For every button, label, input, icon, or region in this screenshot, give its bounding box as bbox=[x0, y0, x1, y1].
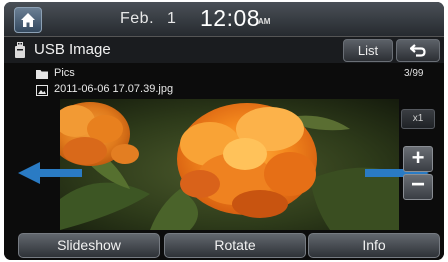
zoom-out-button[interactable]: − bbox=[403, 173, 433, 200]
folder-icon bbox=[36, 70, 48, 79]
info-button[interactable]: Info bbox=[308, 233, 440, 258]
clock-ampm: AM bbox=[258, 17, 271, 26]
arrow-left-icon[interactable] bbox=[18, 162, 84, 184]
head-unit-screen: Feb. 1 12:08 AM USB Image List Pics 2011… bbox=[4, 2, 444, 260]
rotate-button[interactable]: Rotate bbox=[164, 233, 306, 258]
slideshow-button[interactable]: Slideshow bbox=[18, 233, 160, 258]
title-bar: USB Image List bbox=[4, 37, 444, 63]
folder-name: Pics bbox=[54, 67, 75, 79]
photo-viewer[interactable] bbox=[60, 99, 399, 230]
bottom-toolbar: Slideshow Rotate Info bbox=[4, 230, 444, 260]
page-title: USB Image bbox=[34, 41, 111, 58]
clock-time: 12:08 bbox=[200, 5, 261, 31]
image-file-icon bbox=[36, 85, 48, 96]
file-name: 2011-06-06 17.07.39.jpg bbox=[54, 83, 174, 95]
date-day: 1 bbox=[167, 10, 176, 27]
usb-drive-icon bbox=[15, 42, 25, 58]
list-button[interactable]: List bbox=[343, 39, 393, 62]
home-button[interactable] bbox=[14, 7, 42, 33]
date-month: Feb. bbox=[120, 10, 155, 27]
zoom-level-indicator: x1 bbox=[401, 109, 435, 129]
zoom-in-button[interactable]: + bbox=[403, 146, 433, 172]
home-icon bbox=[21, 13, 35, 27]
back-button[interactable] bbox=[396, 39, 440, 62]
flower-photo bbox=[60, 99, 399, 230]
status-bar: Feb. 1 12:08 AM bbox=[4, 2, 444, 37]
image-counter: 3/99 bbox=[404, 68, 424, 79]
back-arrow-icon bbox=[410, 44, 426, 57]
